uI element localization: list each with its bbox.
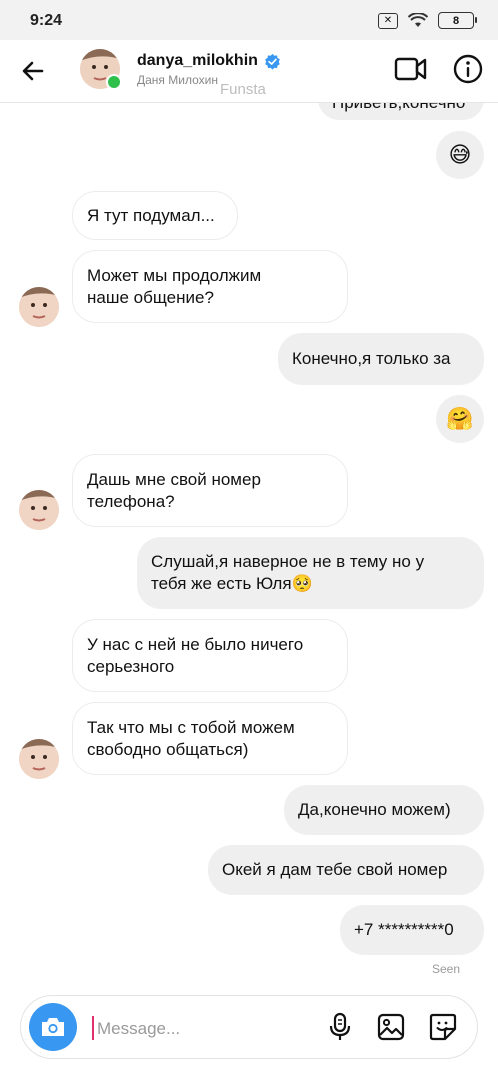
camera-button[interactable] bbox=[29, 1003, 77, 1051]
image-icon bbox=[377, 1013, 405, 1041]
message-outgoing[interactable]: +7 **********0 bbox=[340, 905, 484, 955]
message-text: У нас с ней не было ничего серьезного bbox=[87, 634, 304, 676]
message-incoming[interactable]: Может мы продолжим наше общение? bbox=[72, 250, 348, 323]
message-text: Так что мы с тобой можем свободно общать… bbox=[87, 717, 295, 759]
message-text: Конечно,я только за bbox=[292, 349, 451, 368]
chat-header: danya_milokhin Даня Милохин Funsta bbox=[0, 40, 498, 103]
message-outgoing[interactable]: Окей я дам тебе свой номер bbox=[208, 845, 484, 895]
message-text: Дашь мне свой номер телефона? bbox=[87, 469, 261, 511]
message-text: Окей я дам тебе свой номер bbox=[222, 860, 448, 879]
message-outgoing[interactable]: Да,конечно можем) bbox=[284, 785, 484, 835]
display-name: Даня Милохин bbox=[137, 73, 218, 87]
message-incoming[interactable]: У нас с ней не было ничего серьезного bbox=[72, 619, 348, 692]
wifi-icon bbox=[408, 12, 428, 27]
message-incoming[interactable]: Так что мы с тобой можем свободно общать… bbox=[72, 702, 348, 775]
message-outgoing[interactable]: Слушай,я наверное не в тему но у тебя же… bbox=[137, 537, 484, 609]
sticker-icon bbox=[429, 1013, 457, 1041]
microphone-icon bbox=[329, 1012, 351, 1040]
back-arrow-icon[interactable] bbox=[18, 56, 48, 86]
message-text: Да,конечно можем) bbox=[298, 800, 451, 819]
message-incoming[interactable]: Я тут подумал... bbox=[72, 191, 238, 240]
status-icons: ✕ 8 bbox=[378, 12, 477, 29]
status-bar: 9:24 ✕ 8 bbox=[0, 0, 498, 40]
camera-icon bbox=[42, 1018, 64, 1036]
message-emoji: 😅 bbox=[448, 142, 472, 167]
username-row[interactable]: danya_milokhin bbox=[137, 52, 281, 70]
sim-icon: ✕ bbox=[378, 12, 398, 29]
verified-badge-icon bbox=[265, 53, 280, 70]
message-outgoing[interactable]: Конечно,я только за bbox=[278, 333, 484, 385]
message-emoji: 🤗 bbox=[446, 406, 474, 431]
seen-status: Seen bbox=[431, 962, 460, 976]
username[interactable]: danya_milokhin bbox=[137, 52, 258, 70]
gallery-button[interactable] bbox=[376, 1012, 406, 1042]
message-text: Слушай,я наверное не в тему но у тебя же… bbox=[151, 552, 425, 593]
sender-avatar[interactable] bbox=[19, 490, 59, 530]
message-input[interactable] bbox=[95, 1015, 319, 1043]
message-incoming[interactable]: Дашь мне свой номер телефона? bbox=[72, 454, 348, 527]
video-call-icon[interactable] bbox=[394, 54, 428, 84]
voice-message-button[interactable] bbox=[325, 1012, 355, 1042]
status-time: 9:24 bbox=[30, 12, 63, 29]
message-text: Я тут подумал... bbox=[87, 205, 215, 225]
watermark: Funsta bbox=[220, 81, 266, 98]
battery-level: 8 bbox=[452, 14, 460, 27]
message-text: Может мы продолжим наше общение? bbox=[87, 265, 262, 307]
battery-icon: 8 bbox=[438, 12, 477, 29]
message-text: +7 **********0 bbox=[354, 920, 454, 939]
online-status-indicator bbox=[106, 74, 122, 90]
text-cursor bbox=[92, 1016, 94, 1040]
message-outgoing[interactable]: 😅 bbox=[436, 131, 484, 179]
sender-avatar[interactable] bbox=[19, 739, 59, 779]
message-composer bbox=[20, 995, 478, 1059]
sticker-button[interactable] bbox=[428, 1012, 458, 1042]
sender-avatar[interactable] bbox=[19, 287, 59, 327]
message-outgoing[interactable]: 🤗 bbox=[436, 395, 484, 443]
info-icon[interactable] bbox=[452, 53, 484, 85]
